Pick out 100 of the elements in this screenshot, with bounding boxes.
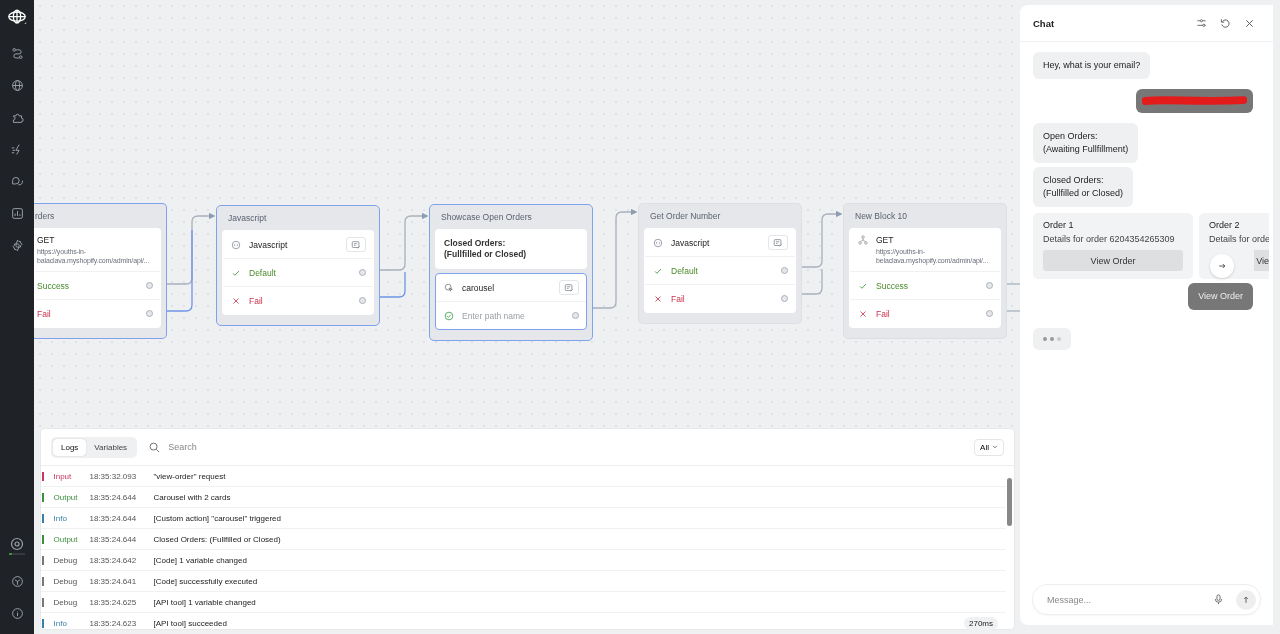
level-marker (42, 471, 44, 481)
port-handle[interactable] (986, 310, 993, 317)
level-marker (42, 618, 44, 628)
flow-node[interactable]: Showcase Open Orders Closed Orders: (Fullfilled or Closed) carousel Enter path name (429, 204, 593, 341)
log-time: 18:35:24.625 (89, 597, 138, 607)
step-card[interactable]: Javascript Default Fail (644, 228, 796, 313)
port-handle[interactable] (146, 310, 153, 317)
node-title: New Block 10 (854, 210, 908, 223)
logo-icon[interactable] (6, 8, 28, 27)
step-label: Default (249, 267, 276, 278)
cross-icon (858, 308, 868, 319)
log-time: 18:35:24.644 (89, 492, 138, 502)
log-time: 18:35:32.093 (89, 471, 138, 481)
microphone-icon[interactable] (1213, 594, 1224, 605)
log-tab[interactable]: Variables (86, 438, 136, 456)
edit-icon (351, 239, 361, 250)
flow-node[interactable]: Javascript Javascript Default Fail (216, 205, 380, 326)
port-handle[interactable] (359, 297, 366, 304)
close-icon[interactable] (1244, 17, 1255, 29)
puzzle-icon[interactable] (10, 111, 24, 124)
shield-icon[interactable] (10, 575, 24, 588)
step-label: Fail (671, 293, 685, 304)
info-icon[interactable] (10, 607, 24, 620)
step-label: Javascript (671, 237, 710, 248)
chat-icon[interactable] (10, 175, 24, 188)
path-name-field[interactable]: Enter path name (462, 310, 562, 321)
log-time: 18:35:24.623 (89, 618, 138, 628)
reset-icon[interactable] (1220, 17, 1231, 29)
edit-icon (564, 282, 574, 293)
workflow-icon[interactable] (10, 47, 24, 60)
log-time: 18:35:24.644 (89, 534, 138, 544)
card-detail: Details for order 6204354265309 (1043, 234, 1176, 245)
level-marker (42, 492, 44, 502)
port-handle[interactable] (146, 282, 153, 289)
filter-dropdown[interactable]: All (974, 438, 1004, 456)
typing-indicator (1033, 328, 1071, 351)
filter-icon[interactable] (1196, 17, 1207, 29)
log-level: Debug (53, 597, 79, 607)
step-label: Default (671, 265, 698, 276)
level-marker (42, 534, 44, 544)
level-marker (42, 555, 44, 565)
chart-icon[interactable] (10, 207, 24, 220)
flow-node[interactable]: Get Order Number Javascript Default Fail (638, 203, 802, 324)
edit-icon (773, 237, 783, 248)
step-label: Fail (37, 308, 51, 319)
user-message: View Order (1188, 283, 1253, 311)
bot-message: Closed Orders: (Fullfilled or Closed) (1033, 167, 1134, 208)
log-message: [Custom action] "carousel" triggered (153, 513, 281, 523)
card-title: Order 1 (1043, 220, 1075, 231)
step-card[interactable]: Closed Orders: (Fullfilled or Closed) (435, 229, 587, 269)
method-label: GET (876, 235, 895, 245)
bot-message: Hey, what is your email? (1033, 52, 1151, 80)
method-label: GET (37, 235, 56, 245)
port-handle[interactable] (781, 295, 788, 302)
log-level: Info (53, 513, 68, 523)
edit-button[interactable] (768, 235, 788, 250)
bot-message: Open Orders: (Awaiting Fullfillment) (1033, 123, 1139, 164)
message-input-bar[interactable]: Message... (1032, 584, 1261, 615)
caret-icon (992, 444, 998, 450)
log-time: 18:35:24.642 (89, 555, 138, 565)
chat-title: Chat (1033, 17, 1055, 29)
search-icon (149, 441, 161, 453)
step-card[interactable]: carousel Enter path name (435, 273, 587, 330)
log-message: [API tool] succeeded (153, 618, 227, 628)
edit-button[interactable] (346, 237, 366, 252)
port-handle[interactable] (986, 282, 993, 289)
target-icon[interactable] (6, 536, 28, 556)
log-level: Info (53, 618, 68, 628)
port-handle[interactable] (781, 267, 788, 274)
globe-icon[interactable] (10, 79, 24, 92)
message-text: Closed Orders: (Fullfilled or Closed) (444, 237, 527, 261)
log-tab[interactable]: Logs (53, 438, 87, 456)
log-message: [API tool] 1 variable changed (153, 597, 256, 607)
card-detail: Details for orde (1209, 234, 1269, 245)
view-order-button[interactable]: Vie (1254, 250, 1269, 272)
step-label: Fail (876, 308, 890, 319)
node-title: Get Order Number (649, 210, 722, 223)
level-marker (42, 513, 44, 523)
level-marker (42, 597, 44, 607)
level-marker (42, 576, 44, 586)
port-handle[interactable] (359, 269, 366, 276)
step-card[interactable]: Javascript Default Fail (222, 230, 374, 315)
node-title: Javascript (227, 212, 268, 225)
code-icon (653, 237, 663, 248)
send-button[interactable] (1236, 589, 1256, 610)
duration-badge: 270ms (964, 616, 998, 630)
log-time: 18:35:24.644 (89, 513, 138, 523)
cross-icon (653, 293, 663, 304)
view-order-button[interactable]: View Order (1043, 250, 1183, 272)
code-icon (231, 239, 241, 250)
step-label: carousel (462, 282, 495, 293)
step-label: Fail (249, 295, 263, 306)
log-level: Output (53, 534, 79, 544)
log-level: Debug (53, 576, 79, 586)
arrow-up-icon (1242, 595, 1250, 604)
log-message: [Code] successfully executed (153, 576, 258, 586)
port-handle[interactable] (572, 312, 579, 319)
settings-icon[interactable] (10, 239, 24, 252)
edit-button[interactable] (559, 280, 579, 295)
scribble-icon (1142, 95, 1247, 108)
